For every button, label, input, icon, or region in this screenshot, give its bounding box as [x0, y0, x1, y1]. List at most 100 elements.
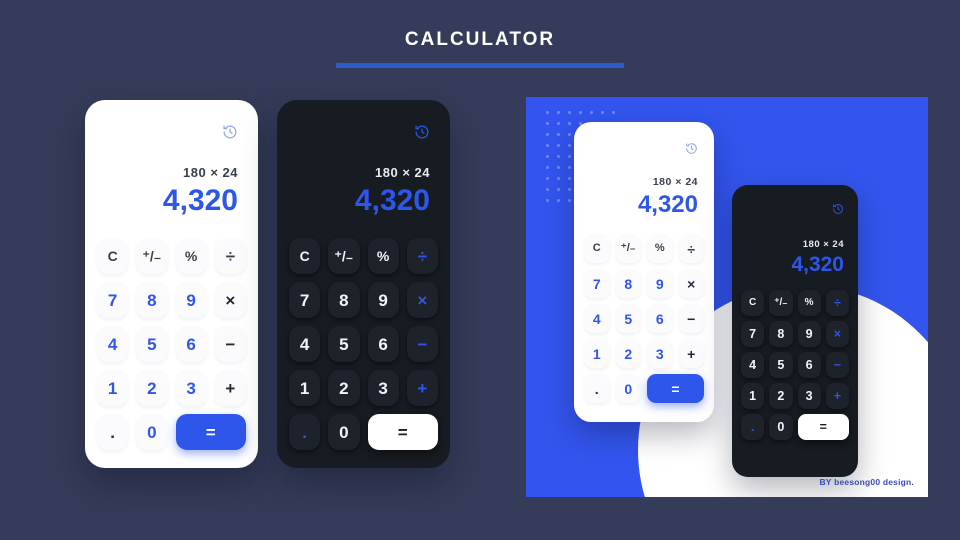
key-5[interactable]: 5 [328, 326, 360, 362]
key-2[interactable]: 2 [328, 370, 360, 406]
key-multiply[interactable]: × [678, 269, 704, 298]
key-divide[interactable]: ÷ [214, 238, 246, 274]
display-result: 4,320 [791, 253, 844, 276]
key-2[interactable]: 2 [615, 339, 641, 368]
key-clear[interactable]: C [97, 238, 129, 274]
key-0[interactable]: 0 [328, 414, 360, 450]
header: CALCULATOR [0, 30, 960, 68]
key-percent[interactable]: % [367, 238, 399, 274]
key-clear[interactable]: C [289, 238, 321, 274]
key-8[interactable]: 8 [136, 282, 168, 318]
key-clear[interactable]: C [584, 234, 610, 263]
key-9[interactable]: 9 [175, 282, 207, 318]
calculator-display: 180 × 24 4,320 [277, 145, 450, 216]
key-multiply[interactable]: × [825, 321, 849, 347]
key-5[interactable]: 5 [769, 352, 793, 378]
key-7[interactable]: 7 [97, 282, 129, 318]
key-3[interactable]: 3 [797, 383, 821, 409]
key-8[interactable]: 8 [769, 321, 793, 347]
key-9[interactable]: 9 [797, 321, 821, 347]
key-8[interactable]: 8 [328, 282, 360, 318]
key-4[interactable]: 4 [97, 326, 129, 362]
calculator-light-panel[interactable]: 180 × 24 4,320 C ⁺/₋% ÷ 7 8 9 × 4 5 6− 1 2 3 +. 0 = [574, 122, 714, 422]
title-underline-rule [336, 63, 624, 68]
history-clock-icon[interactable] [832, 202, 844, 220]
key-multiply[interactable]: × [214, 282, 246, 318]
calculator-display: 180 × 24 4,320 [85, 145, 258, 216]
key-3[interactable]: 3 [367, 370, 399, 406]
key-decimal[interactable]: . [289, 414, 321, 450]
calculator-display: 180 × 24 4,320 [574, 160, 714, 217]
key-0[interactable]: 0 [769, 414, 793, 440]
key-clear[interactable]: C [741, 290, 765, 316]
display-expression: 180 × 24 [802, 239, 844, 250]
key-decimal[interactable]: . [97, 414, 129, 450]
key-decimal[interactable]: . [584, 374, 610, 403]
key-6[interactable]: 6 [797, 352, 821, 378]
key-minus[interactable]: − [214, 326, 246, 362]
key-plus[interactable]: + [406, 370, 438, 406]
key-divide[interactable]: ÷ [825, 290, 849, 316]
key-0[interactable]: 0 [615, 374, 641, 403]
key-1[interactable]: 1 [289, 370, 321, 406]
poster-canvas: CALCULATOR 180 × 24 4,320 C ⁺/₋% ÷ 7 8 9 × 4 5 6−1 2… [0, 0, 960, 540]
key-1[interactable]: 1 [584, 339, 610, 368]
key-6[interactable]: 6 [367, 326, 399, 362]
key-6[interactable]: 6 [175, 326, 207, 362]
display-result: 4,320 [162, 184, 238, 217]
key-minus[interactable]: − [406, 326, 438, 362]
key-4[interactable]: 4 [741, 352, 765, 378]
key-sign-toggle[interactable]: ⁺/₋ [769, 290, 793, 316]
key-3[interactable]: 3 [175, 370, 207, 406]
key-multiply[interactable]: × [406, 282, 438, 318]
history-clock-icon[interactable] [685, 142, 698, 160]
key-sign-toggle[interactable]: ⁺/₋ [328, 238, 360, 274]
key-2[interactable]: 2 [769, 383, 793, 409]
key-4[interactable]: 4 [289, 326, 321, 362]
key-equals[interactable]: = [367, 414, 438, 450]
key-6[interactable]: 6 [647, 304, 673, 333]
display-result: 4,320 [354, 184, 430, 217]
calculator-dark-panel[interactable]: 180 × 24 4,320 C ⁺/₋% ÷ 7 8 9 × 4 5 6− 1 2 3 +. 0 = [732, 185, 858, 477]
key-decimal[interactable]: . [741, 414, 765, 440]
key-5[interactable]: 5 [136, 326, 168, 362]
keypad: C ⁺/₋% ÷ 7 8 9 × 4 5 6− 1 2 3 +. 0 = [277, 216, 450, 466]
key-minus[interactable]: − [825, 352, 849, 378]
history-clock-icon[interactable] [414, 124, 430, 145]
key-7[interactable]: 7 [584, 269, 610, 298]
key-plus[interactable]: + [678, 339, 704, 368]
key-minus[interactable]: − [678, 304, 704, 333]
key-0[interactable]: 0 [136, 414, 168, 450]
calculator-light-showcase[interactable]: 180 × 24 4,320 C ⁺/₋% ÷ 7 8 9 × 4 5 6− 1 2 3 +. 0 = [85, 100, 258, 468]
key-divide[interactable]: ÷ [678, 234, 704, 263]
key-8[interactable]: 8 [615, 269, 641, 298]
key-3[interactable]: 3 [647, 339, 673, 368]
history-clock-icon[interactable] [222, 124, 238, 145]
key-9[interactable]: 9 [647, 269, 673, 298]
keypad: C ⁺/₋% ÷ 7 8 9 × 4 5 6− 1 2 3 +. 0 = [732, 275, 858, 452]
key-equals[interactable]: = [175, 414, 246, 450]
calculator-display: 180 × 24 4,320 [732, 220, 858, 275]
key-equals[interactable]: = [647, 374, 704, 403]
key-1[interactable]: 1 [741, 383, 765, 409]
key-divide[interactable]: ÷ [406, 238, 438, 274]
display-expression: 180 × 24 [375, 165, 430, 180]
key-sign-toggle[interactable]: ⁺/₋ [136, 238, 168, 274]
key-percent[interactable]: % [647, 234, 673, 263]
key-percent[interactable]: % [175, 238, 207, 274]
key-sign-toggle[interactable]: ⁺/₋ [615, 234, 641, 263]
key-4[interactable]: 4 [584, 304, 610, 333]
key-7[interactable]: 7 [741, 321, 765, 347]
calculator-dark-showcase[interactable]: 180 × 24 4,320 C ⁺/₋% ÷ 7 8 9 × 4 5 6− 1 2 3 +. 0 = [277, 100, 450, 468]
key-plus[interactable]: + [214, 370, 246, 406]
key-1[interactable]: 1 [97, 370, 129, 406]
key-equals[interactable]: = [797, 414, 849, 440]
key-7[interactable]: 7 [289, 282, 321, 318]
key-9[interactable]: 9 [367, 282, 399, 318]
key-plus[interactable]: + [825, 383, 849, 409]
key-5[interactable]: 5 [615, 304, 641, 333]
key-percent[interactable]: % [797, 290, 821, 316]
key-2[interactable]: 2 [136, 370, 168, 406]
history-row [732, 185, 858, 220]
display-expression: 180 × 24 [183, 165, 238, 180]
